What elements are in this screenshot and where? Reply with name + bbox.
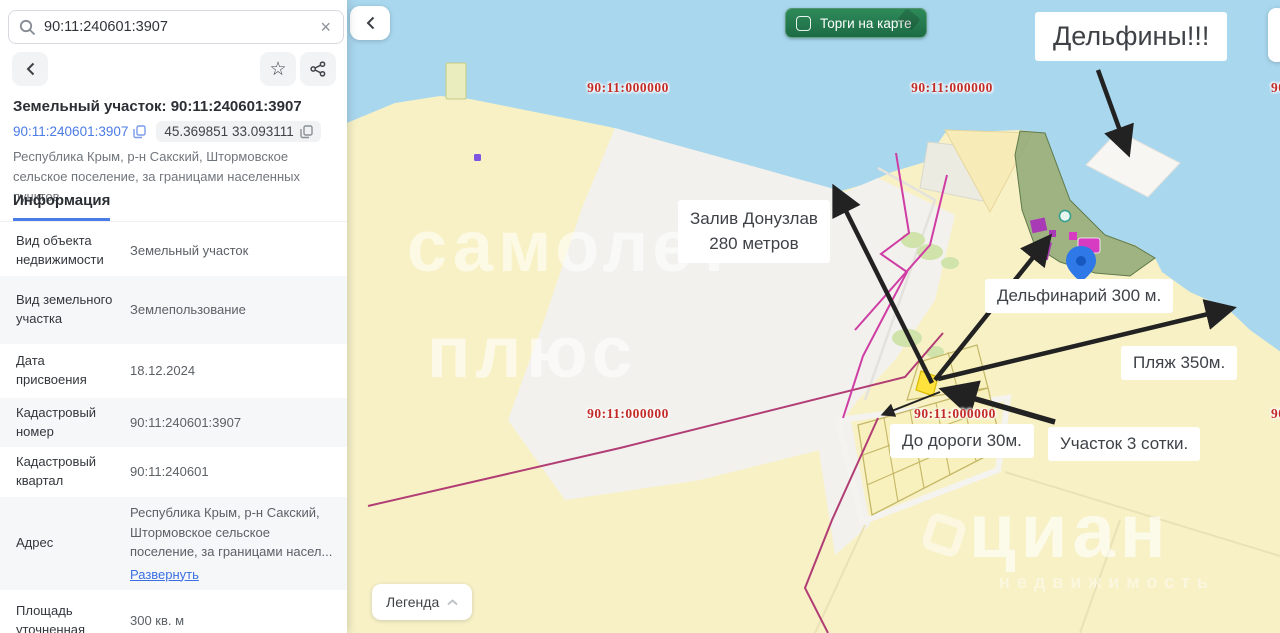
panel-toolbar: ☆ — [12, 52, 336, 86]
chevron-up-icon — [447, 598, 458, 605]
district-label: 90:00 — [1271, 406, 1280, 421]
info-row: Дата присвоения 18.12.2024 — [0, 344, 347, 398]
share-icon — [310, 61, 326, 77]
watermark-cian: циан — [969, 489, 1171, 574]
favorite-button[interactable]: ☆ — [260, 52, 296, 86]
row-label: Кадастровый номер — [16, 404, 97, 439]
object-chips: 90:11:240601:3907 45.369851 33.093111 — [13, 121, 321, 142]
row-value: 300 кв. м — [130, 613, 185, 629]
info-row: Адрес Республика Крым, р-н Сакский, Штор… — [0, 497, 347, 591]
row-label: Площадь уточненная — [16, 603, 86, 633]
poi-dot — [474, 154, 481, 161]
cadastral-number-text: 90:11:240601:3907 — [13, 124, 129, 139]
coordinates-chip[interactable]: 45.369851 33.093111 — [156, 121, 321, 142]
pier — [1085, 130, 1181, 198]
object-panel: × ☆ Земельный участок: 90:1 — [0, 0, 347, 633]
annotation-road: До дороги 30м. — [890, 424, 1034, 458]
district-label: 90:11:000000 — [587, 406, 669, 421]
row-label: Вид земельного участка — [16, 291, 113, 326]
coordinates-text: 45.369851 33.093111 — [164, 124, 294, 139]
annotation-bay-line1: Залив Донузлав — [690, 209, 818, 228]
tab-information[interactable]: Информация — [13, 192, 111, 221]
app-window: самолет плюс циан недвижимость 90:11:000… — [0, 0, 1280, 633]
chevron-left-icon — [26, 62, 34, 76]
share-button[interactable] — [300, 52, 336, 86]
info-row: Кадастровый номер 90:11:240601:3907 — [0, 397, 347, 448]
annotation-dolphins: Дельфины!!! — [1035, 12, 1228, 61]
watermark-cian-sub: недвижимость — [999, 572, 1215, 592]
watermark-plus: плюс — [427, 313, 637, 393]
back-button[interactable] — [12, 52, 48, 86]
copy-icon[interactable] — [300, 124, 313, 139]
collapse-panel-button[interactable] — [350, 6, 390, 40]
info-row: Вид земельного участка Землепользование — [0, 275, 347, 344]
info-row: Вид объекта недвижимости Земельный участ… — [0, 226, 347, 276]
annotation-dolphinarium: Дельфинарий 300 м. — [985, 279, 1174, 313]
torgi-label: Торги на карте — [820, 15, 912, 31]
tabs: Информация — [0, 192, 347, 222]
annotation-bay: Залив Донузлав 280 метров — [678, 200, 830, 264]
expand-address-link[interactable]: Развернуть — [130, 565, 199, 585]
row-label: Адрес — [16, 535, 54, 551]
search-icon — [19, 19, 36, 35]
search-input[interactable] — [44, 19, 319, 35]
row-value: 90:11:240601 — [130, 464, 209, 480]
info-table: Вид объекта недвижимости Земельный участ… — [0, 226, 347, 633]
row-value: Землепользование — [130, 301, 246, 317]
row-value: Земельный участок — [130, 243, 249, 259]
annotation-bay-line2: 280 метров — [709, 233, 799, 253]
annotation-beach: Пляж 350м. — [1121, 346, 1238, 380]
row-label: Дата присвоения — [16, 352, 87, 387]
address-value: Республика Крым, р-н Сакский, Штормовско… — [130, 505, 333, 560]
row-value: Республика Крым, р-н Сакский, Штормовско… — [130, 503, 335, 584]
small-pier — [445, 62, 467, 100]
search-bar[interactable]: × — [8, 10, 344, 44]
torgi-na-karte-button[interactable]: Торги на карте — [785, 8, 927, 38]
map-canvas[interactable]: самолет плюс циан недвижимость 90:11:000… — [347, 0, 1280, 633]
row-label: Кадастровый квартал — [16, 454, 97, 489]
district-label: 90:00 — [1271, 80, 1280, 95]
map-zoom-control[interactable] — [1268, 8, 1280, 62]
legend-button[interactable]: Легенда — [372, 584, 473, 620]
annotation-plot: Участок 3 сотки. — [1048, 427, 1201, 461]
row-value: 90:11:240601:3907 — [130, 414, 242, 430]
row-label: Вид объекта недвижимости — [16, 233, 104, 267]
object-title: Земельный участок: 90:11:240601:3907 — [13, 98, 302, 115]
district-label: 90:11:000000 — [911, 80, 993, 95]
info-row: Кадастровый квартал 90:11:240601 — [0, 447, 347, 497]
torgi-checkbox[interactable] — [796, 15, 811, 31]
cadastral-number-chip[interactable]: 90:11:240601:3907 — [13, 124, 147, 139]
district-label: 90:11:000000 — [587, 80, 669, 95]
star-icon: ☆ — [269, 58, 287, 80]
leisure-icon — [1058, 209, 1072, 223]
chevron-left-icon — [366, 16, 374, 30]
info-row: Площадь уточненная 300 кв. м — [0, 590, 347, 633]
legend-label: Легенда — [386, 594, 440, 610]
close-icon[interactable]: × — [318, 18, 333, 36]
district-label: 90:11:000000 — [914, 406, 996, 421]
row-value: 18.12.2024 — [130, 362, 196, 378]
copy-icon[interactable] — [133, 124, 147, 139]
